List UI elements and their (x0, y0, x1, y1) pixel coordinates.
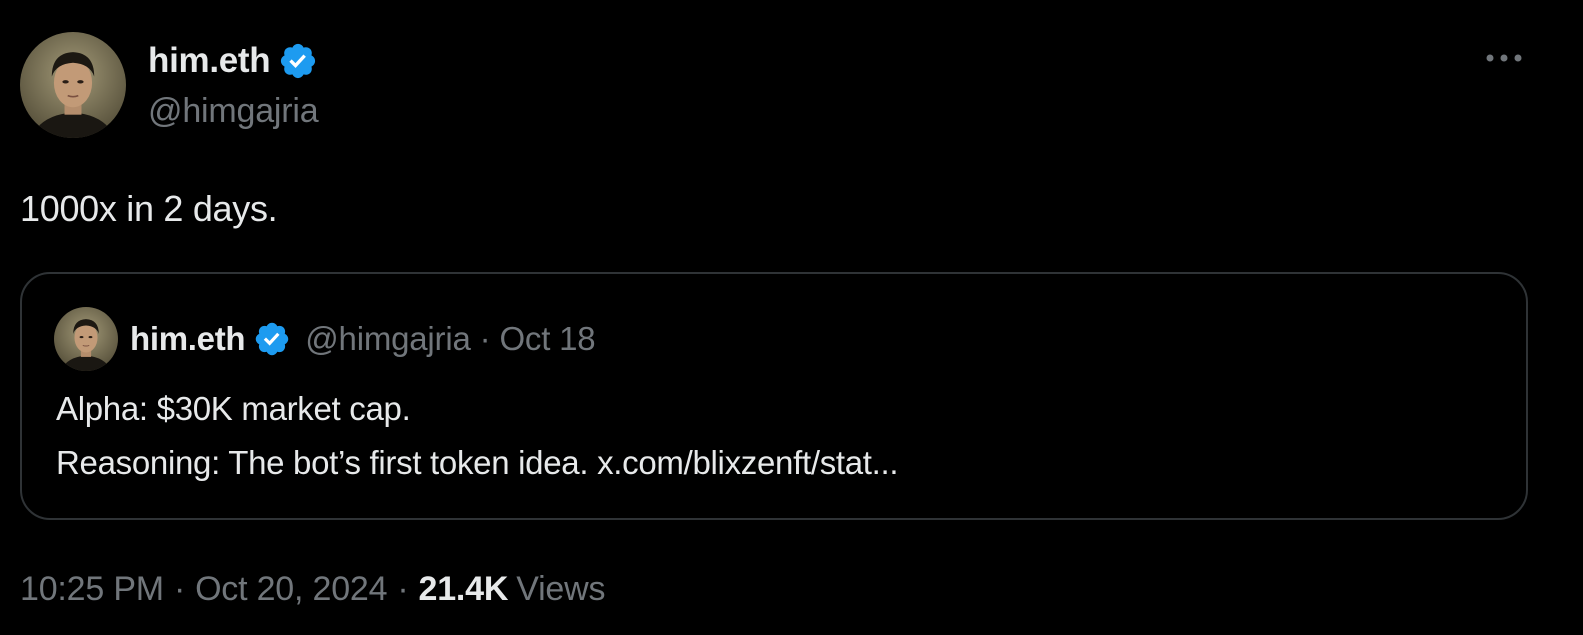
views-label: Views (516, 570, 606, 608)
author-handle[interactable]: @himgajria (148, 92, 319, 131)
portrait-icon (20, 32, 126, 138)
meta-separator: · (397, 570, 409, 608)
author-display-name[interactable]: him.eth (148, 41, 271, 81)
views-count: 21.4K (418, 570, 509, 608)
tweet: him.eth @himgajria 1000x in 2 days. him.… (0, 0, 1583, 635)
tweet-time[interactable]: 10:25 PM (20, 570, 164, 609)
quoted-handle[interactable]: @himgajria (305, 320, 471, 358)
quoted-text-line-2: Reasoning: The bot’s first token idea. x… (56, 444, 899, 481)
tweet-text: 1000x in 2 days. (20, 188, 278, 229)
tweet-date[interactable]: Oct 20, 2024 (195, 570, 387, 609)
author-name-row: him.eth (148, 38, 318, 84)
tweet-meta: 10:25 PM · Oct 20, 2024 · 21.4K Views (20, 570, 606, 609)
portrait-icon (54, 307, 118, 371)
verified-badge-icon (278, 41, 318, 81)
quoted-separator: · (479, 320, 491, 357)
author-avatar[interactable] (20, 32, 126, 138)
quoted-text-line-1: Alpha: $30K market cap. (56, 390, 411, 427)
quoted-display-name[interactable]: him.eth (130, 320, 246, 358)
meta-separator: · (173, 570, 186, 608)
quoted-date[interactable]: Oct 18 (499, 320, 595, 358)
more-options-icon[interactable] (1480, 40, 1528, 76)
quoted-header: him.eth @himgajria · Oct 18 (130, 316, 596, 362)
verified-badge-icon (253, 320, 291, 358)
quoted-author-avatar[interactable] (54, 307, 118, 371)
